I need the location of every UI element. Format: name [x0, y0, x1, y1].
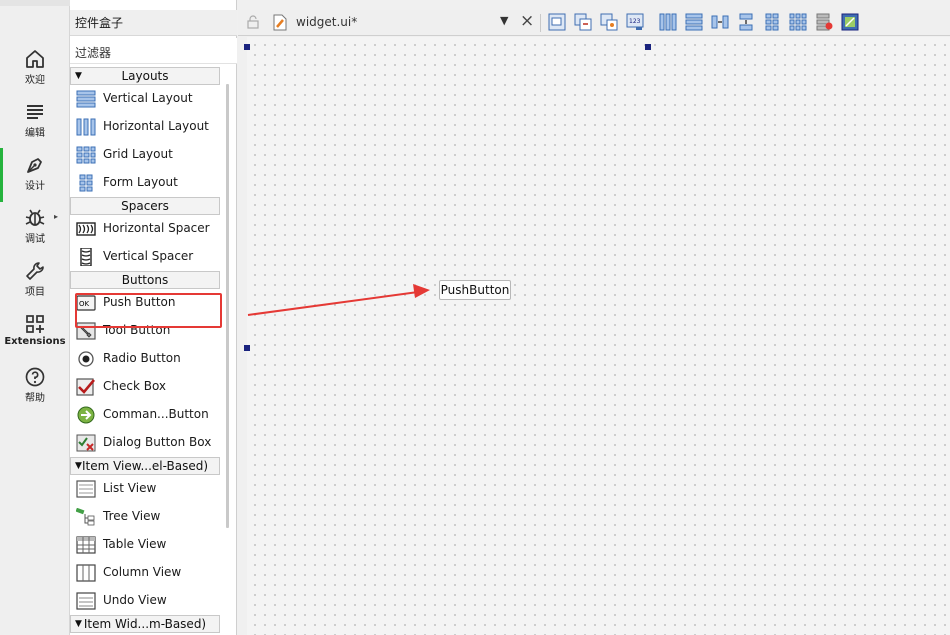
annotation-arrow	[247, 284, 430, 316]
arrow-shaft	[247, 291, 419, 316]
arrow-head	[413, 284, 430, 298]
